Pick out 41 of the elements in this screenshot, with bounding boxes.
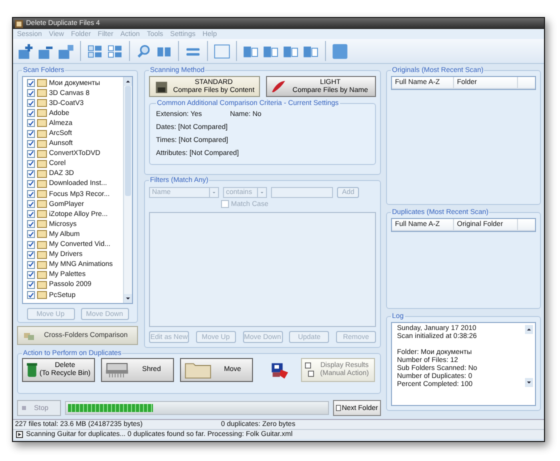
checkbox[interactable]: [27, 109, 35, 118]
add-folder-icon[interactable]: [17, 42, 35, 60]
recycle-bin-icon: [26, 361, 38, 379]
stop-icon: [22, 406, 26, 410]
checkbox[interactable]: [27, 170, 35, 178]
checkbox[interactable]: [27, 291, 35, 300]
list-icon[interactable]: [106, 42, 124, 60]
checkbox[interactable]: [27, 250, 35, 259]
scroll-up-icon[interactable]: [124, 77, 132, 86]
shredder-icon: [105, 361, 129, 379]
feather-icon: [270, 79, 286, 94]
scrollbar[interactable]: [123, 77, 132, 303]
play-icon: [16, 431, 23, 438]
document-icon: [336, 404, 341, 412]
checkbox[interactable]: [27, 230, 35, 238]
scroll-down-icon[interactable]: [124, 294, 132, 303]
scroll-down-icon[interactable]: [525, 378, 533, 387]
checkbox[interactable]: [221, 200, 229, 208]
checkbox[interactable]: [27, 180, 35, 188]
checkbox[interactable]: [27, 240, 35, 249]
checkbox[interactable]: [27, 89, 35, 98]
square-icon[interactable]: [331, 42, 349, 60]
check-list-icon[interactable]: [86, 42, 104, 60]
checkbox[interactable]: [27, 220, 35, 228]
checkbox[interactable]: [27, 150, 35, 158]
checkbox[interactable]: [27, 260, 35, 269]
folders-icon: [24, 330, 34, 340]
checkbox[interactable]: [27, 160, 35, 168]
checkbox[interactable]: [27, 210, 35, 218]
checkbox[interactable]: [27, 119, 35, 128]
checkbox[interactable]: [27, 200, 35, 208]
scroll-up-icon[interactable]: [525, 325, 533, 334]
checkbox[interactable]: [27, 79, 35, 88]
app-icon: [15, 20, 23, 28]
checkbox[interactable]: [27, 140, 35, 148]
frame-icon[interactable]: [213, 42, 231, 60]
checkbox[interactable]: [27, 190, 35, 198]
checkbox[interactable]: [27, 130, 35, 138]
checkbox[interactable]: [27, 280, 35, 289]
checkbox[interactable]: [27, 270, 35, 279]
checkbox[interactable]: [27, 99, 35, 108]
